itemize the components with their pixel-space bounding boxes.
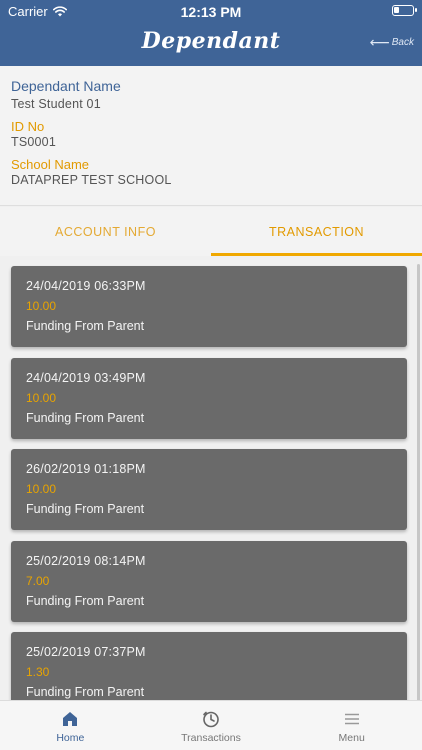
tab-transaction[interactable]: TRANSACTION: [211, 207, 422, 256]
transaction-amount: 10.00: [26, 391, 57, 405]
transaction-card[interactable]: 26/02/2019 01:18PM 10.00 Funding From Pa…: [11, 449, 407, 530]
nav-transactions[interactable]: Transactions: [141, 701, 282, 750]
page-title: Dependant: [141, 28, 281, 54]
id-label: ID No: [11, 119, 45, 134]
transaction-amount: 10.00: [26, 482, 57, 496]
transaction-description: Funding From Parent: [26, 319, 145, 333]
nav-menu[interactable]: Menu: [281, 701, 422, 750]
transaction-date: 25/02/2019 07:37PM: [26, 645, 146, 659]
transaction-card[interactable]: 25/02/2019 08:14PM 7.00 Funding From Par…: [11, 541, 407, 622]
nav-home[interactable]: Home: [0, 701, 141, 750]
transaction-date: 24/04/2019 06:33PM: [26, 279, 146, 293]
transaction-list[interactable]: 24/04/2019 06:33PM 10.00 Funding From Pa…: [0, 256, 422, 700]
status-time: 12:13 PM: [180, 4, 242, 20]
dependant-name-value: Test Student 01: [11, 97, 101, 111]
transaction-card[interactable]: 24/04/2019 06:33PM 10.00 Funding From Pa…: [11, 266, 407, 347]
transaction-description: Funding From Parent: [26, 502, 145, 516]
nav-menu-label: Menu: [338, 732, 365, 744]
status-bar: Carrier 12:13 PM: [0, 0, 422, 22]
nav-home-label: Home: [56, 732, 85, 744]
back-label: Back: [391, 36, 414, 48]
dependant-info: Dependant Name Test Student 01 ID No TS0…: [0, 66, 422, 206]
transaction-description: Funding From Parent: [26, 594, 145, 608]
transaction-card[interactable]: 24/04/2019 03:49PM 10.00 Funding From Pa…: [11, 358, 407, 439]
id-value: TS0001: [11, 135, 56, 149]
transaction-date: 25/02/2019 08:14PM: [26, 554, 146, 568]
transaction-description: Funding From Parent: [26, 411, 145, 425]
arrow-left-icon: ⟵: [369, 34, 390, 50]
tab-bar: ACCOUNT INFO TRANSACTION: [0, 207, 422, 256]
transaction-amount: 1.30: [26, 665, 50, 679]
transaction-amount: 7.00: [26, 574, 50, 588]
back-button[interactable]: ⟵ Back: [370, 35, 414, 49]
clock-icon: [203, 711, 219, 728]
menu-icon: [344, 713, 359, 725]
bottom-nav: Home Transactions Menu: [0, 700, 422, 750]
dependant-name-label: Dependant Name: [11, 78, 121, 94]
transaction-amount: 10.00: [26, 299, 57, 313]
scrollbar[interactable]: [417, 264, 420, 700]
nav-transactions-label: Transactions: [181, 732, 241, 744]
home-icon: [63, 712, 78, 726]
app-header: Carrier 12:13 PM Dependant ⟵ Back: [0, 0, 422, 66]
tab-account-info[interactable]: ACCOUNT INFO: [0, 207, 211, 256]
transaction-date: 26/02/2019 01:18PM: [26, 462, 146, 476]
transaction-card[interactable]: 25/02/2019 07:37PM 1.30 Funding From Par…: [11, 632, 407, 700]
battery-icon: [392, 5, 417, 16]
school-value: DATAPREP TEST SCHOOL: [11, 173, 172, 187]
transaction-date: 24/04/2019 03:49PM: [26, 371, 146, 385]
school-label: School Name: [11, 157, 90, 172]
transaction-description: Funding From Parent: [26, 685, 145, 699]
